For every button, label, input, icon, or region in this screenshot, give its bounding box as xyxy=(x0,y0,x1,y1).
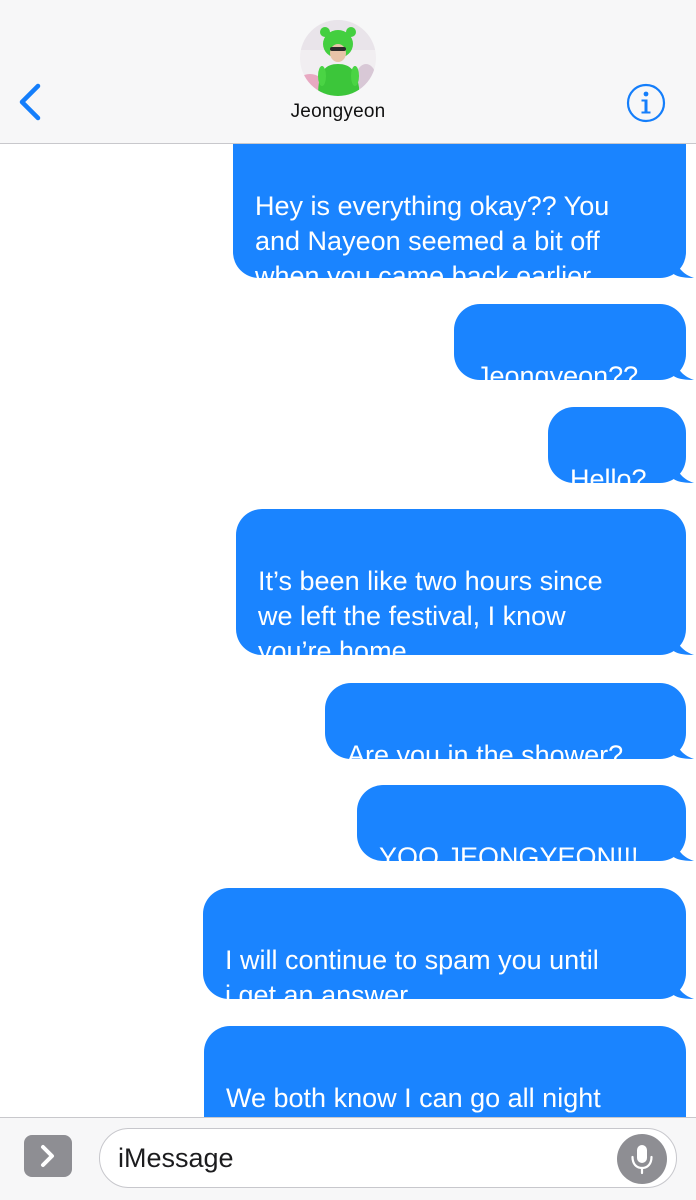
bubble-tail xyxy=(672,733,694,759)
bubble-tail xyxy=(672,629,694,655)
message-bubble[interactable]: Hello? xyxy=(548,407,694,494)
message-bubble[interactable]: I will continue to spam you until i get … xyxy=(203,888,694,1010)
contact-name[interactable]: Jeongyeon xyxy=(0,101,676,123)
message-text: YOO JEONGYEON!!! xyxy=(379,842,639,872)
contact-photo xyxy=(300,20,376,96)
message-text: Hello? xyxy=(570,464,647,494)
message-text: Jeongyeon?? xyxy=(476,361,639,391)
message-bubble[interactable]: Hey is everything okay?? You and Nayeon … xyxy=(233,140,694,291)
message-text: It’s been like two hours since we left t… xyxy=(258,566,603,666)
message-input-placeholder: iMessage xyxy=(118,1143,234,1173)
bubble-tail xyxy=(672,252,694,278)
message-thread[interactable]: Hey is everything okay?? You and Nayeon … xyxy=(0,0,696,1118)
message-input[interactable]: iMessage xyxy=(99,1128,677,1188)
apps-button[interactable] xyxy=(24,1135,72,1177)
info-button[interactable] xyxy=(626,83,666,123)
message-text: We both know I can go all night if neede… xyxy=(226,1083,601,1113)
message-bubble[interactable]: We both know I can go all night if neede… xyxy=(204,1026,686,1118)
messages-screen: Hey is everything okay?? You and Nayeon … xyxy=(0,0,696,1200)
chevron-right-icon xyxy=(41,1145,54,1167)
message-text: Are you in the shower? xyxy=(347,740,624,770)
message-text: I will continue to spam you until i get … xyxy=(225,945,599,1010)
message-bubble[interactable]: YOO JEONGYEON!!! xyxy=(357,785,694,872)
message-text: Hey is everything okay?? You and Nayeon … xyxy=(255,191,610,291)
bubble-tail xyxy=(672,354,694,380)
bubble-tail xyxy=(672,457,694,483)
bubble-tail xyxy=(672,835,694,861)
message-bubble[interactable]: It’s been like two hours since we left t… xyxy=(236,509,694,666)
avatar[interactable] xyxy=(300,20,376,96)
microphone-icon xyxy=(631,1145,653,1175)
bubble-tail xyxy=(672,973,694,999)
message-bubble[interactable]: Jeongyeon?? xyxy=(454,304,694,391)
microphone-button[interactable] xyxy=(617,1134,667,1184)
info-circle-icon xyxy=(626,83,666,123)
conversation-header: Jeongyeon xyxy=(0,0,696,144)
message-bubble[interactable]: Are you in the shower? xyxy=(325,683,694,770)
